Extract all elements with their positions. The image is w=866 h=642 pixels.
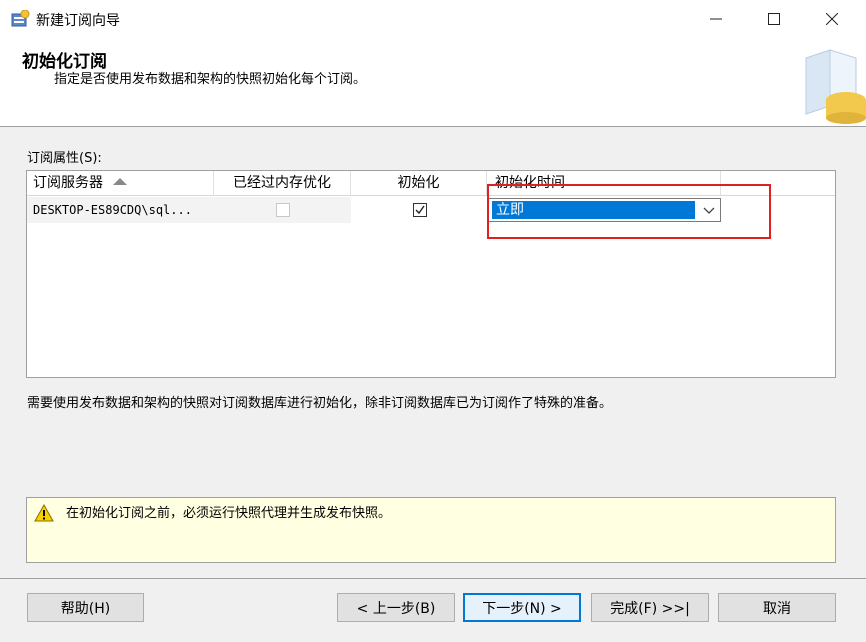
title-bar: 新建订阅向导 bbox=[0, 0, 866, 38]
minimize-icon bbox=[710, 18, 722, 20]
initialize-cell bbox=[351, 197, 487, 223]
finish-button[interactable]: 完成(F) >>| bbox=[591, 593, 709, 622]
checkmark-icon bbox=[415, 205, 425, 215]
window-title: 新建订阅向导 bbox=[36, 13, 120, 29]
initialization-note: 需要使用发布数据和架构的快照对订阅数据库进行初始化，除非订阅数据库已为订阅作了特… bbox=[27, 396, 613, 411]
warning-panel: 在初始化订阅之前，必须运行快照代理并生成发布快照。 bbox=[26, 497, 836, 563]
column-header-subscriber[interactable]: 订阅服务器 bbox=[27, 171, 214, 195]
column-header-subscriber-label: 订阅服务器 bbox=[33, 175, 103, 191]
wizard-header: 初始化订阅 指定是否使用发布数据和架构的快照初始化每个订阅。 bbox=[0, 38, 866, 127]
maximize-icon bbox=[768, 13, 780, 25]
highlight-annotation-box bbox=[487, 184, 771, 239]
memory-optimized-cell bbox=[214, 197, 351, 223]
sort-ascending-icon bbox=[113, 178, 127, 185]
page-subtitle: 指定是否使用发布数据和架构的快照初始化每个订阅。 bbox=[54, 72, 367, 87]
column-header-initialize[interactable]: 初始化 bbox=[351, 171, 487, 195]
maximize-button[interactable] bbox=[746, 0, 802, 38]
next-button[interactable]: 下一步(N) > bbox=[463, 593, 581, 622]
minimize-button[interactable] bbox=[688, 0, 744, 38]
memory-optimized-checkbox bbox=[276, 203, 290, 217]
back-button[interactable]: < 上一步(B) bbox=[337, 593, 455, 622]
cancel-button[interactable]: 取消 bbox=[718, 593, 836, 622]
close-button[interactable] bbox=[804, 0, 860, 38]
warning-text: 在初始化订阅之前，必须运行快照代理并生成发布快照。 bbox=[66, 506, 392, 521]
close-icon bbox=[826, 13, 838, 25]
footer-divider bbox=[0, 578, 866, 579]
subscriber-cell[interactable]: DESKTOP-ES89CDQ\sql... bbox=[27, 197, 214, 223]
warning-icon bbox=[34, 503, 54, 522]
database-graphic-icon bbox=[796, 44, 866, 124]
subscription-properties-label: 订阅属性(S): bbox=[27, 151, 102, 166]
wizard-app-icon bbox=[10, 9, 30, 28]
initialize-checkbox[interactable] bbox=[413, 203, 427, 217]
help-button[interactable]: 帮助(H) bbox=[27, 593, 144, 622]
column-header-memory-optimized[interactable]: 已经过内存优化 bbox=[214, 171, 351, 195]
